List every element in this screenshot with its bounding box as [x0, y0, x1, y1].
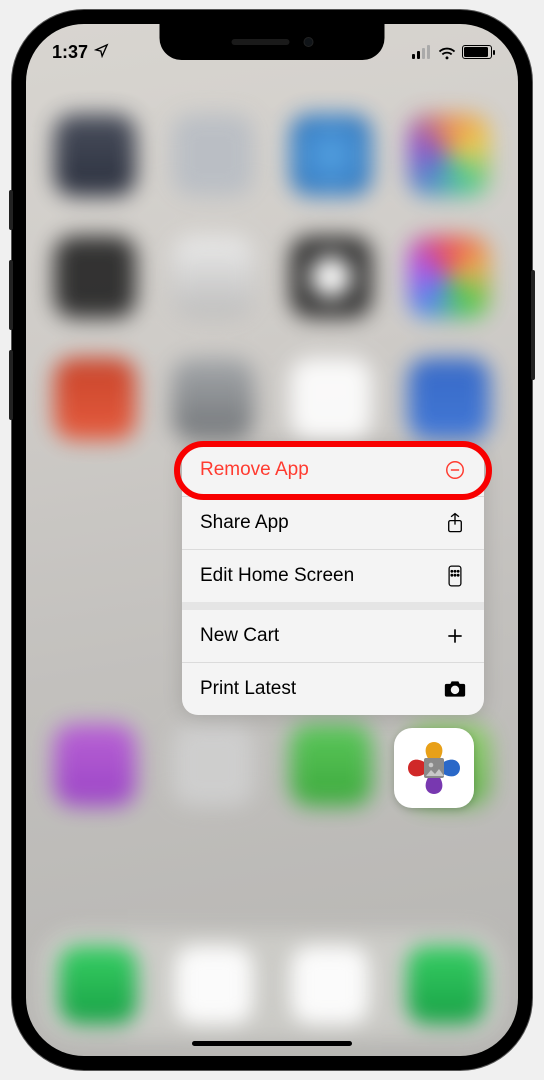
- status-time: 1:37: [52, 42, 88, 63]
- menu-item-label: Print Latest: [200, 678, 296, 700]
- target-app-icon[interactable]: [394, 728, 474, 808]
- location-services-icon: [94, 42, 109, 63]
- cell-signal-icon: [412, 45, 430, 59]
- status-right: [412, 45, 492, 59]
- volume-down-button: [9, 350, 13, 420]
- multicolor-petal-photo-icon: [402, 736, 466, 800]
- battery-icon: [462, 45, 492, 59]
- menu-item-new-cart[interactable]: New Cart: [182, 610, 484, 663]
- minus-circle-icon: [444, 459, 466, 481]
- menu-item-edit-home-screen[interactable]: Edit Home Screen: [182, 550, 484, 610]
- menu-item-share-app[interactable]: Share App: [182, 497, 484, 550]
- camera-icon: [444, 678, 466, 700]
- menu-item-label: Share App: [200, 512, 289, 534]
- iphone-device-frame: 1:37: [12, 10, 532, 1070]
- earpiece-speaker: [231, 39, 289, 45]
- menu-item-label: Edit Home Screen: [200, 565, 354, 587]
- share-icon: [444, 512, 466, 534]
- app-context-menu: Remove App Share App Edit Home Screen Ne…: [182, 444, 484, 715]
- phone-apps-icon: [444, 565, 466, 587]
- front-camera: [303, 37, 313, 47]
- menu-item-print-latest[interactable]: Print Latest: [182, 663, 484, 715]
- mute-switch: [9, 190, 13, 230]
- menu-item-label: Remove App: [200, 459, 309, 481]
- screen: 1:37: [26, 24, 518, 1056]
- side-button: [531, 270, 535, 380]
- home-indicator[interactable]: [192, 1041, 352, 1046]
- status-left: 1:37: [52, 42, 109, 63]
- notch: [160, 24, 385, 60]
- wifi-icon: [437, 45, 455, 59]
- menu-item-remove-app[interactable]: Remove App: [182, 444, 484, 497]
- blurred-dock: [40, 930, 504, 1040]
- volume-up-button: [9, 260, 13, 330]
- menu-item-label: New Cart: [200, 625, 279, 647]
- plus-icon: [444, 625, 466, 647]
